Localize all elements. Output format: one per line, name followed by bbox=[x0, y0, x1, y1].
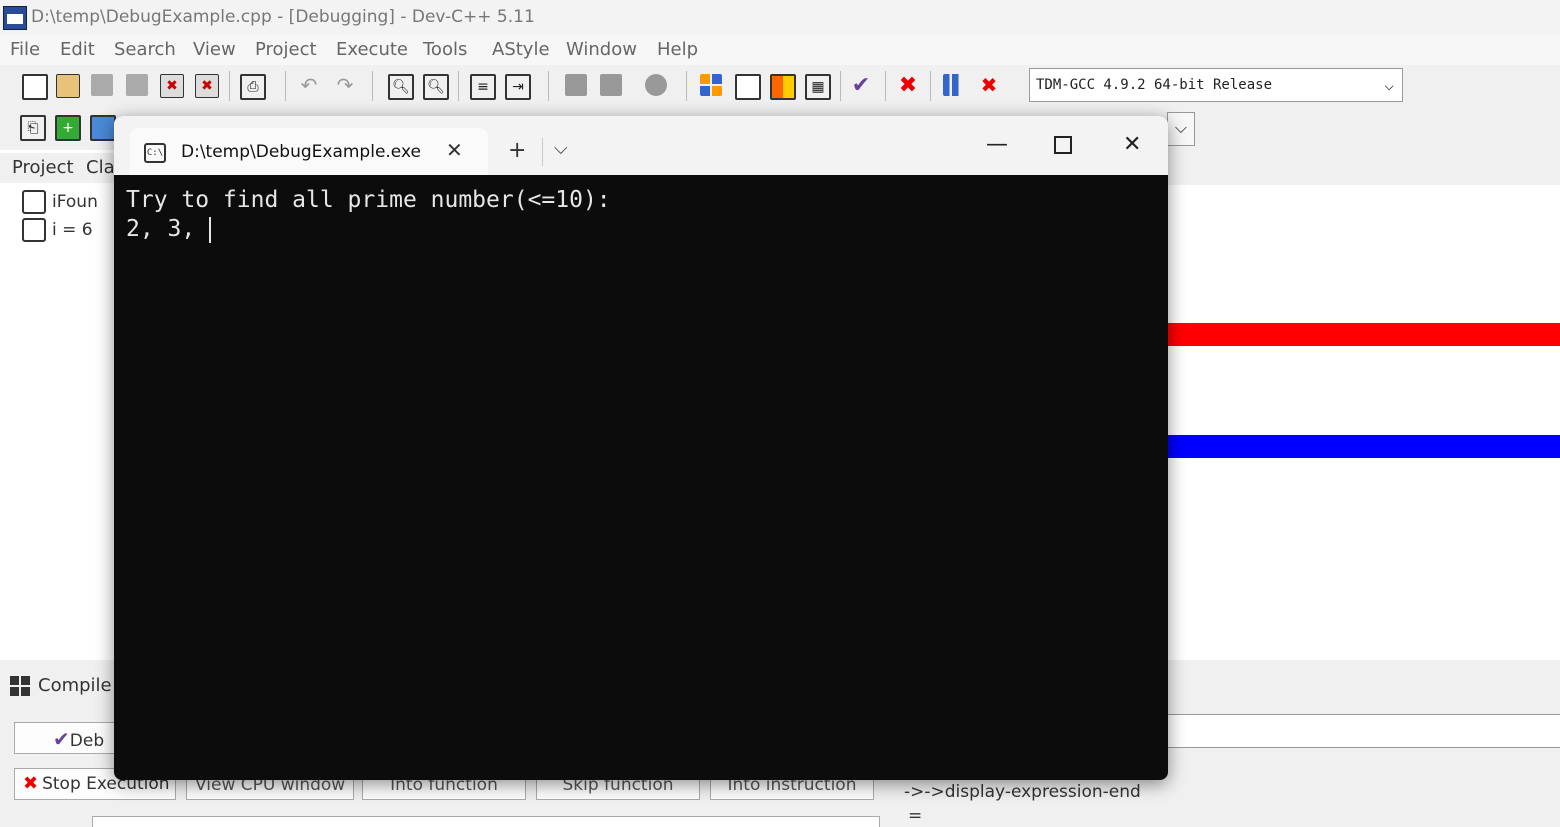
watch-item[interactable]: iFoun bbox=[22, 190, 98, 214]
editor-area[interactable] bbox=[1168, 185, 1560, 660]
console-line-with-cursor: 2, 3, bbox=[126, 215, 611, 244]
window-title: D:\temp\DebugExample.cpp - [Debugging] -… bbox=[31, 7, 535, 27]
toolbar-separator bbox=[285, 71, 286, 101]
current-line-highlight bbox=[1168, 435, 1560, 458]
menu-file[interactable]: File bbox=[10, 39, 40, 60]
toolbar-separator bbox=[840, 71, 841, 101]
bookmark-toggle-icon[interactable] bbox=[90, 115, 116, 141]
undo-icon[interactable]: ↶ bbox=[298, 73, 320, 97]
goto-line-icon[interactable]: ⇥ bbox=[505, 74, 531, 100]
debug-button-label: Deb bbox=[69, 731, 105, 751]
console-line: Try to find all prime number(<=10): bbox=[126, 187, 611, 213]
close-all-icon[interactable]: ✖ bbox=[195, 74, 219, 98]
redo-icon[interactable]: ↷ bbox=[334, 73, 356, 97]
console-window: C:\ D:\temp\DebugExample.exe ✕ + ⌵ — ✕ T… bbox=[114, 116, 1168, 780]
debug-button[interactable]: ✔Deb bbox=[14, 722, 116, 754]
close-icon[interactable]: ✕ bbox=[446, 138, 463, 162]
add-watch-input[interactable] bbox=[1168, 714, 1560, 748]
tab-project[interactable]: Project bbox=[12, 157, 74, 178]
toolbar-separator bbox=[885, 71, 886, 101]
stop-icon: ✖ bbox=[23, 773, 39, 794]
debug-check-icon: ✔ bbox=[53, 727, 70, 751]
tab-compiler[interactable]: Compile bbox=[10, 675, 112, 696]
menu-project[interactable]: Project bbox=[255, 39, 317, 60]
command-prompt-icon: C:\ bbox=[144, 143, 166, 163]
toolbar-separator bbox=[686, 71, 687, 101]
maximize-icon[interactable] bbox=[1054, 136, 1072, 154]
menu-help[interactable]: Help bbox=[657, 39, 698, 60]
toolbar-separator bbox=[229, 71, 230, 101]
menu-edit[interactable]: Edit bbox=[60, 39, 95, 60]
replace-icon[interactable]: 🔍︎ bbox=[423, 74, 449, 100]
open-file-icon[interactable] bbox=[56, 74, 80, 98]
console-output[interactable]: Try to find all prime number(<=10): 2, 3, bbox=[126, 186, 611, 244]
menu-view[interactable]: View bbox=[193, 39, 236, 60]
terminal-tab-title: D:\temp\DebugExample.exe bbox=[181, 142, 421, 162]
toolbar-separator bbox=[548, 71, 549, 101]
tab-classes[interactable]: Cla bbox=[86, 157, 115, 178]
debug-check-icon[interactable]: ✔ bbox=[850, 73, 872, 98]
watch-icon bbox=[22, 190, 46, 214]
menu-window[interactable]: Window bbox=[566, 39, 637, 60]
compile-icon[interactable] bbox=[700, 74, 722, 96]
expression-input[interactable] bbox=[92, 816, 880, 827]
debug-output-line: = bbox=[908, 806, 923, 826]
watch-item[interactable]: i = 6 bbox=[22, 218, 93, 242]
insert-icon[interactable]: ⎗ bbox=[20, 115, 46, 141]
new-tab-button[interactable]: + bbox=[508, 138, 526, 163]
save-all-icon[interactable] bbox=[126, 74, 148, 96]
compiler-grid-icon bbox=[10, 676, 30, 696]
chevron-down-icon: ⌵ bbox=[1384, 75, 1394, 94]
terminal-tab[interactable]: C:\ D:\temp\DebugExample.exe ✕ bbox=[130, 128, 488, 175]
compile-run-icon[interactable] bbox=[770, 74, 796, 100]
compiler-select[interactable]: TDM-GCC 4.9.2 64-bit Release ⌵ bbox=[1029, 68, 1403, 102]
watch-label: i = 6 bbox=[52, 220, 93, 240]
devcpp-app-icon bbox=[3, 6, 27, 30]
add-icon[interactable]: + bbox=[55, 115, 81, 141]
toolbar-separator bbox=[372, 71, 373, 101]
console-line: 2, 3, bbox=[126, 216, 210, 242]
compile-tab-label: Compile bbox=[38, 675, 112, 696]
delete-profile-icon[interactable]: ✖ bbox=[978, 73, 1000, 97]
rebuild-icon[interactable]: ▦ bbox=[805, 74, 831, 100]
toolbar-separator bbox=[458, 71, 459, 101]
close-window-icon[interactable]: ✕ bbox=[1123, 132, 1141, 157]
chevron-down-icon[interactable]: ⌵ bbox=[554, 138, 568, 159]
debug-output-line: ->->display-expression-end bbox=[904, 782, 1141, 802]
save-icon[interactable] bbox=[91, 74, 113, 96]
project-tabs: Project Cla bbox=[0, 153, 120, 183]
minimize-icon[interactable]: — bbox=[986, 132, 1008, 157]
menu-astyle[interactable]: AStyle bbox=[492, 39, 550, 60]
menu-tools[interactable]: Tools bbox=[423, 39, 467, 60]
watch-icon bbox=[22, 218, 46, 242]
menu-bar: File Edit Search View Project Execute To… bbox=[0, 35, 1560, 65]
close-file-icon[interactable]: ✖ bbox=[160, 74, 184, 98]
indent-icon[interactable]: ≡ bbox=[470, 74, 496, 100]
compile-right-icon[interactable] bbox=[600, 74, 622, 96]
profile-icon[interactable] bbox=[943, 74, 965, 96]
print-icon[interactable]: ⎙ bbox=[240, 74, 266, 100]
bookmark-icon[interactable] bbox=[645, 74, 667, 96]
run-icon[interactable] bbox=[735, 74, 761, 100]
new-file-icon[interactable] bbox=[22, 74, 48, 100]
menu-search[interactable]: Search bbox=[114, 39, 176, 60]
toolbar-separator bbox=[930, 71, 931, 101]
find-icon[interactable]: 🔍︎ bbox=[388, 74, 414, 100]
watch-label: iFoun bbox=[52, 192, 98, 212]
title-bar: D:\temp\DebugExample.cpp - [Debugging] -… bbox=[0, 0, 1560, 35]
terminal-tabstrip: C:\ D:\temp\DebugExample.exe ✕ + ⌵ — ✕ bbox=[114, 116, 1168, 175]
compiler-select-value: TDM-GCC 4.9.2 64-bit Release bbox=[1036, 77, 1273, 93]
stop-icon[interactable]: ✖ bbox=[897, 73, 919, 98]
tab-separator bbox=[542, 138, 543, 166]
breakpoint-line-highlight bbox=[1168, 323, 1560, 346]
menu-execute[interactable]: Execute bbox=[336, 39, 408, 60]
text-cursor bbox=[209, 216, 212, 243]
chevron-down-icon[interactable]: ⌵ bbox=[1167, 112, 1195, 146]
compile-left-icon[interactable] bbox=[565, 74, 587, 96]
